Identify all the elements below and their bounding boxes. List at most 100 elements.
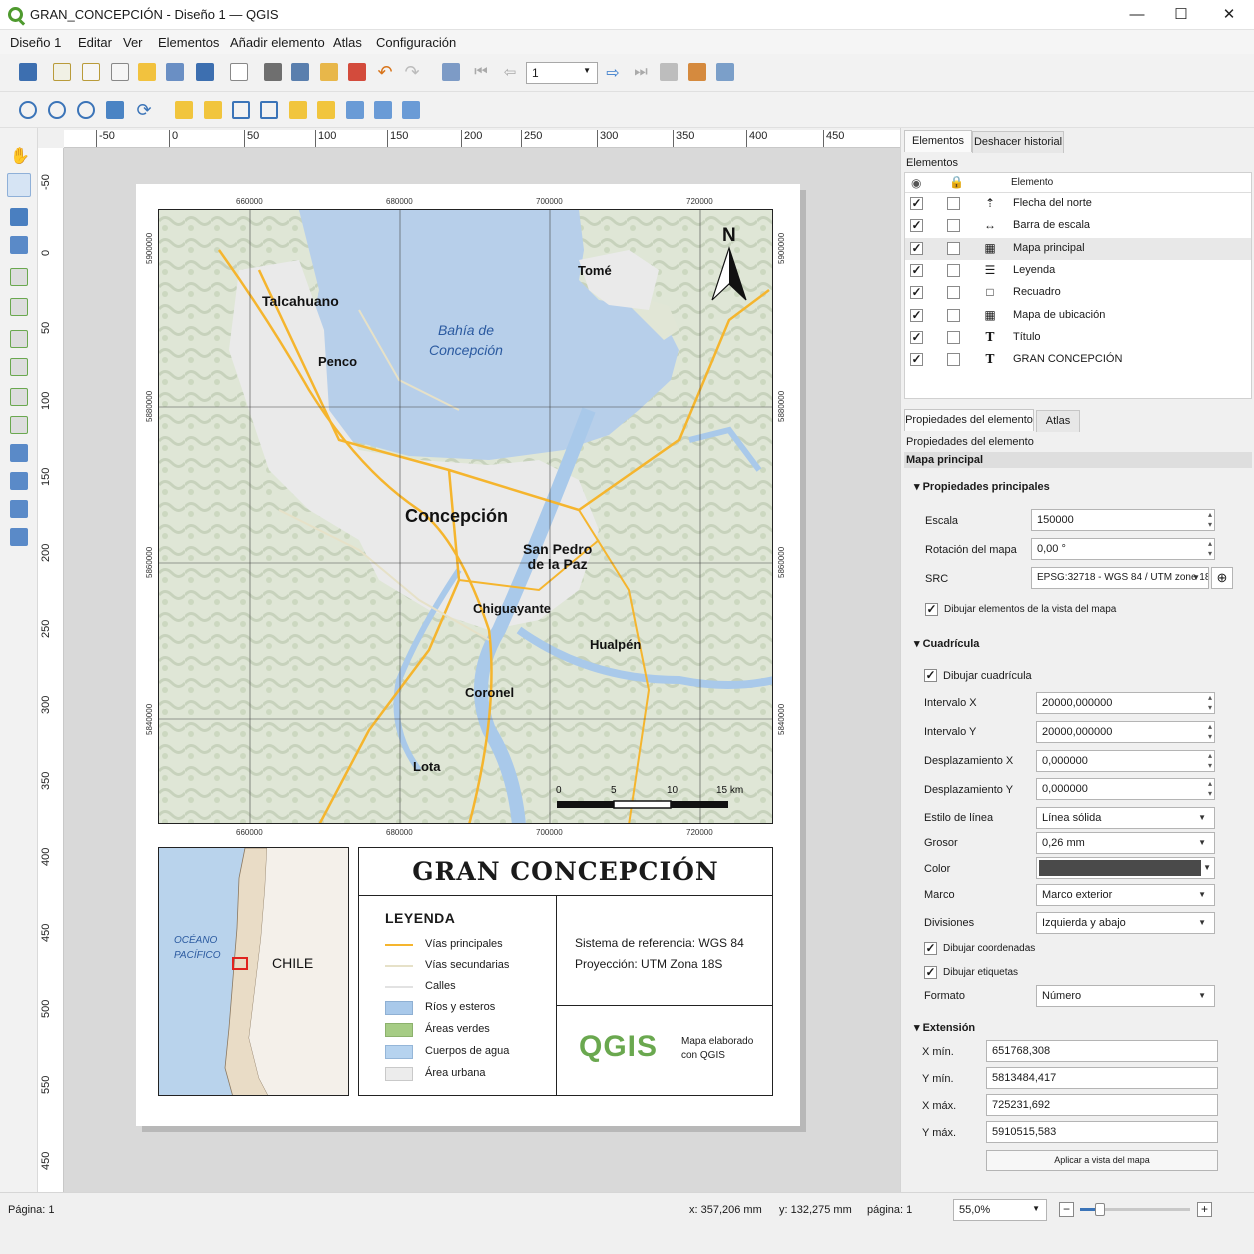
visibility-checkbox[interactable]: ✓ (910, 286, 923, 300)
format-select[interactable]: Número ▼ (1036, 985, 1215, 1007)
draw-grid-checkbox[interactable]: ✓ (924, 669, 937, 682)
tab-atlas[interactable]: Atlas (1036, 410, 1080, 432)
interval-x-input[interactable]: 20000,000000 (1036, 692, 1215, 714)
draw-layers-checkbox[interactable]: ✓ (925, 603, 938, 616)
add-node-icon[interactable] (10, 472, 28, 490)
menu-diseno[interactable]: Diseño 1 (10, 35, 61, 50)
tab-elementos[interactable]: Elementos (904, 130, 972, 152)
element-row[interactable]: ✓ ↔ Barra de escala (905, 215, 1251, 237)
new-page-icon[interactable] (230, 63, 248, 81)
zoom-combo[interactable]: 55,0% ▼ (953, 1199, 1047, 1221)
lock-checkbox[interactable] (947, 197, 960, 210)
lock-checkbox[interactable] (947, 219, 960, 233)
new-layout-icon[interactable] (53, 63, 71, 81)
next-feature-icon[interactable]: ⇨ (604, 63, 622, 82)
zoom-out-button[interactable]: − (1059, 1202, 1074, 1217)
distribute-icon[interactable] (346, 101, 364, 119)
draw-labels-checkbox[interactable]: ✓ (924, 966, 937, 979)
element-row[interactable]: ✓ T GRAN CONCEPCIÓN (905, 349, 1251, 371)
width-select[interactable]: 0,26 mm ▼ (1036, 832, 1215, 854)
offset-x-input[interactable]: 0,000000 (1036, 750, 1215, 772)
print-atlas-icon[interactable] (660, 63, 678, 81)
zoom-tool-icon[interactable] (7, 173, 31, 197)
visibility-checkbox[interactable]: ✓ (910, 263, 923, 277)
open-folder-icon[interactable] (138, 63, 156, 81)
element-row[interactable]: ✓ ⇡ Flecha del norte (905, 193, 1251, 215)
legend[interactable]: LEYENDA Vías principales Vías secundaria… (358, 895, 557, 1096)
divisions-select[interactable]: Izquierda y abajo ▼ (1036, 912, 1215, 934)
menu-anadir-elemento[interactable]: Añadir elemento (230, 35, 325, 50)
location-map[interactable]: OCÉANO PACÍFICO CHILE (158, 847, 349, 1096)
crs-select[interactable]: EPSG:32718 - WGS 84 / UTM zone 18S ▼ (1031, 567, 1209, 589)
pan-icon[interactable]: ✋ (10, 146, 30, 165)
add-table-icon[interactable] (10, 500, 28, 518)
export-atlas-icon[interactable] (688, 63, 706, 81)
last-feature-icon[interactable]: ⏭ (632, 63, 650, 81)
visibility-checkbox[interactable]: ✓ (910, 308, 923, 322)
menu-configuracion[interactable]: Configuración (376, 35, 456, 50)
menu-atlas[interactable]: Atlas (333, 35, 362, 50)
print-icon[interactable] (264, 63, 282, 81)
lock-checkbox[interactable] (947, 353, 960, 367)
apply-to-map-button[interactable]: Aplicar a vista del mapa (986, 1150, 1218, 1171)
color-button[interactable]: ▼ (1036, 857, 1215, 879)
add-picture-icon[interactable] (10, 330, 28, 348)
reference-info-box[interactable]: Sistema de referencia: WGS 84 Proyección… (556, 895, 773, 1006)
add-map-icon[interactable] (10, 268, 28, 286)
add-3d-map-icon[interactable] (10, 298, 28, 316)
add-label-icon[interactable] (10, 358, 28, 376)
refresh-icon[interactable]: ⟳ (135, 101, 153, 119)
layout-manager-icon[interactable] (111, 63, 129, 81)
menu-ver[interactable]: Ver (123, 35, 143, 50)
line-style-select[interactable]: Línea sólida ▼ (1036, 807, 1215, 829)
zoom-slider-handle[interactable] (1094, 1203, 1105, 1216)
element-row[interactable]: ✓ □ Recuadro (905, 282, 1251, 304)
resize-narrow-icon[interactable] (402, 101, 420, 119)
select-icon[interactable] (10, 208, 28, 226)
export-image-icon[interactable] (291, 63, 309, 81)
offset-y-input[interactable]: 0,000000 (1036, 778, 1215, 800)
ymin-input[interactable]: 5813484,417 (986, 1067, 1218, 1089)
zoom-out-icon[interactable] (48, 101, 66, 119)
zoom-slider[interactable] (1080, 1203, 1190, 1216)
save-template-icon[interactable] (196, 63, 214, 81)
visibility-checkbox[interactable]: ✓ (910, 353, 923, 367)
move-content-icon[interactable] (10, 236, 28, 254)
first-feature-icon[interactable]: ⏮ (472, 63, 490, 81)
resize-icon[interactable] (374, 101, 392, 119)
lock-checkbox[interactable] (947, 330, 960, 344)
section-propiedades-principales[interactable]: ▾ Propiedades principales (914, 480, 1050, 493)
atlas-preview-icon[interactable] (442, 63, 460, 81)
visibility-checkbox[interactable]: ✓ (910, 197, 923, 210)
element-row[interactable]: ✓ T Título (905, 327, 1251, 349)
maximize-button[interactable]: ☐ (1158, 0, 1204, 30)
xmin-input[interactable]: 651768,308 (986, 1040, 1218, 1062)
group-items-icon[interactable] (232, 101, 250, 119)
raise-items-icon[interactable] (175, 101, 193, 119)
add-template-icon[interactable] (166, 63, 184, 81)
add-scalebar-icon[interactable] (10, 416, 28, 434)
duplicate-layout-icon[interactable] (82, 63, 100, 81)
atlas-page-spinbox[interactable]: 1 ▼ (526, 62, 598, 84)
zoom-in-button[interactable]: + (1197, 1202, 1212, 1217)
element-row[interactable]: ✓ ▦ Mapa de ubicación (905, 305, 1251, 327)
lock-items-icon[interactable] (204, 101, 222, 119)
add-legend-icon[interactable] (10, 388, 28, 406)
export-svg-icon[interactable] (320, 63, 338, 81)
element-row[interactable]: ✓ ☰ Leyenda (905, 260, 1251, 282)
export-pdf-icon[interactable] (348, 63, 366, 81)
element-row[interactable]: ✓ ▦ Mapa principal (905, 237, 1251, 260)
add-shape-icon[interactable] (10, 444, 28, 462)
main-map[interactable]: N Talcahuano Penco Tomé Bahía de Concepc… (158, 209, 773, 824)
credit-box[interactable]: QGIS Mapa elaborado con QGIS (556, 1005, 773, 1096)
lock-checkbox[interactable] (947, 308, 960, 322)
previous-feature-icon[interactable]: ⇦ (501, 63, 519, 81)
globe-icon[interactable]: ⊕ (1211, 567, 1233, 589)
add-html-icon[interactable] (10, 528, 28, 546)
frame-select[interactable]: Marco exterior ▼ (1036, 884, 1215, 906)
atlas-settings-icon[interactable] (716, 63, 734, 81)
lock-checkbox[interactable] (947, 241, 960, 255)
menu-editar[interactable]: Editar (78, 35, 112, 50)
menu-elementos[interactable]: Elementos (158, 35, 219, 50)
minimize-button[interactable]: — (1114, 0, 1160, 30)
